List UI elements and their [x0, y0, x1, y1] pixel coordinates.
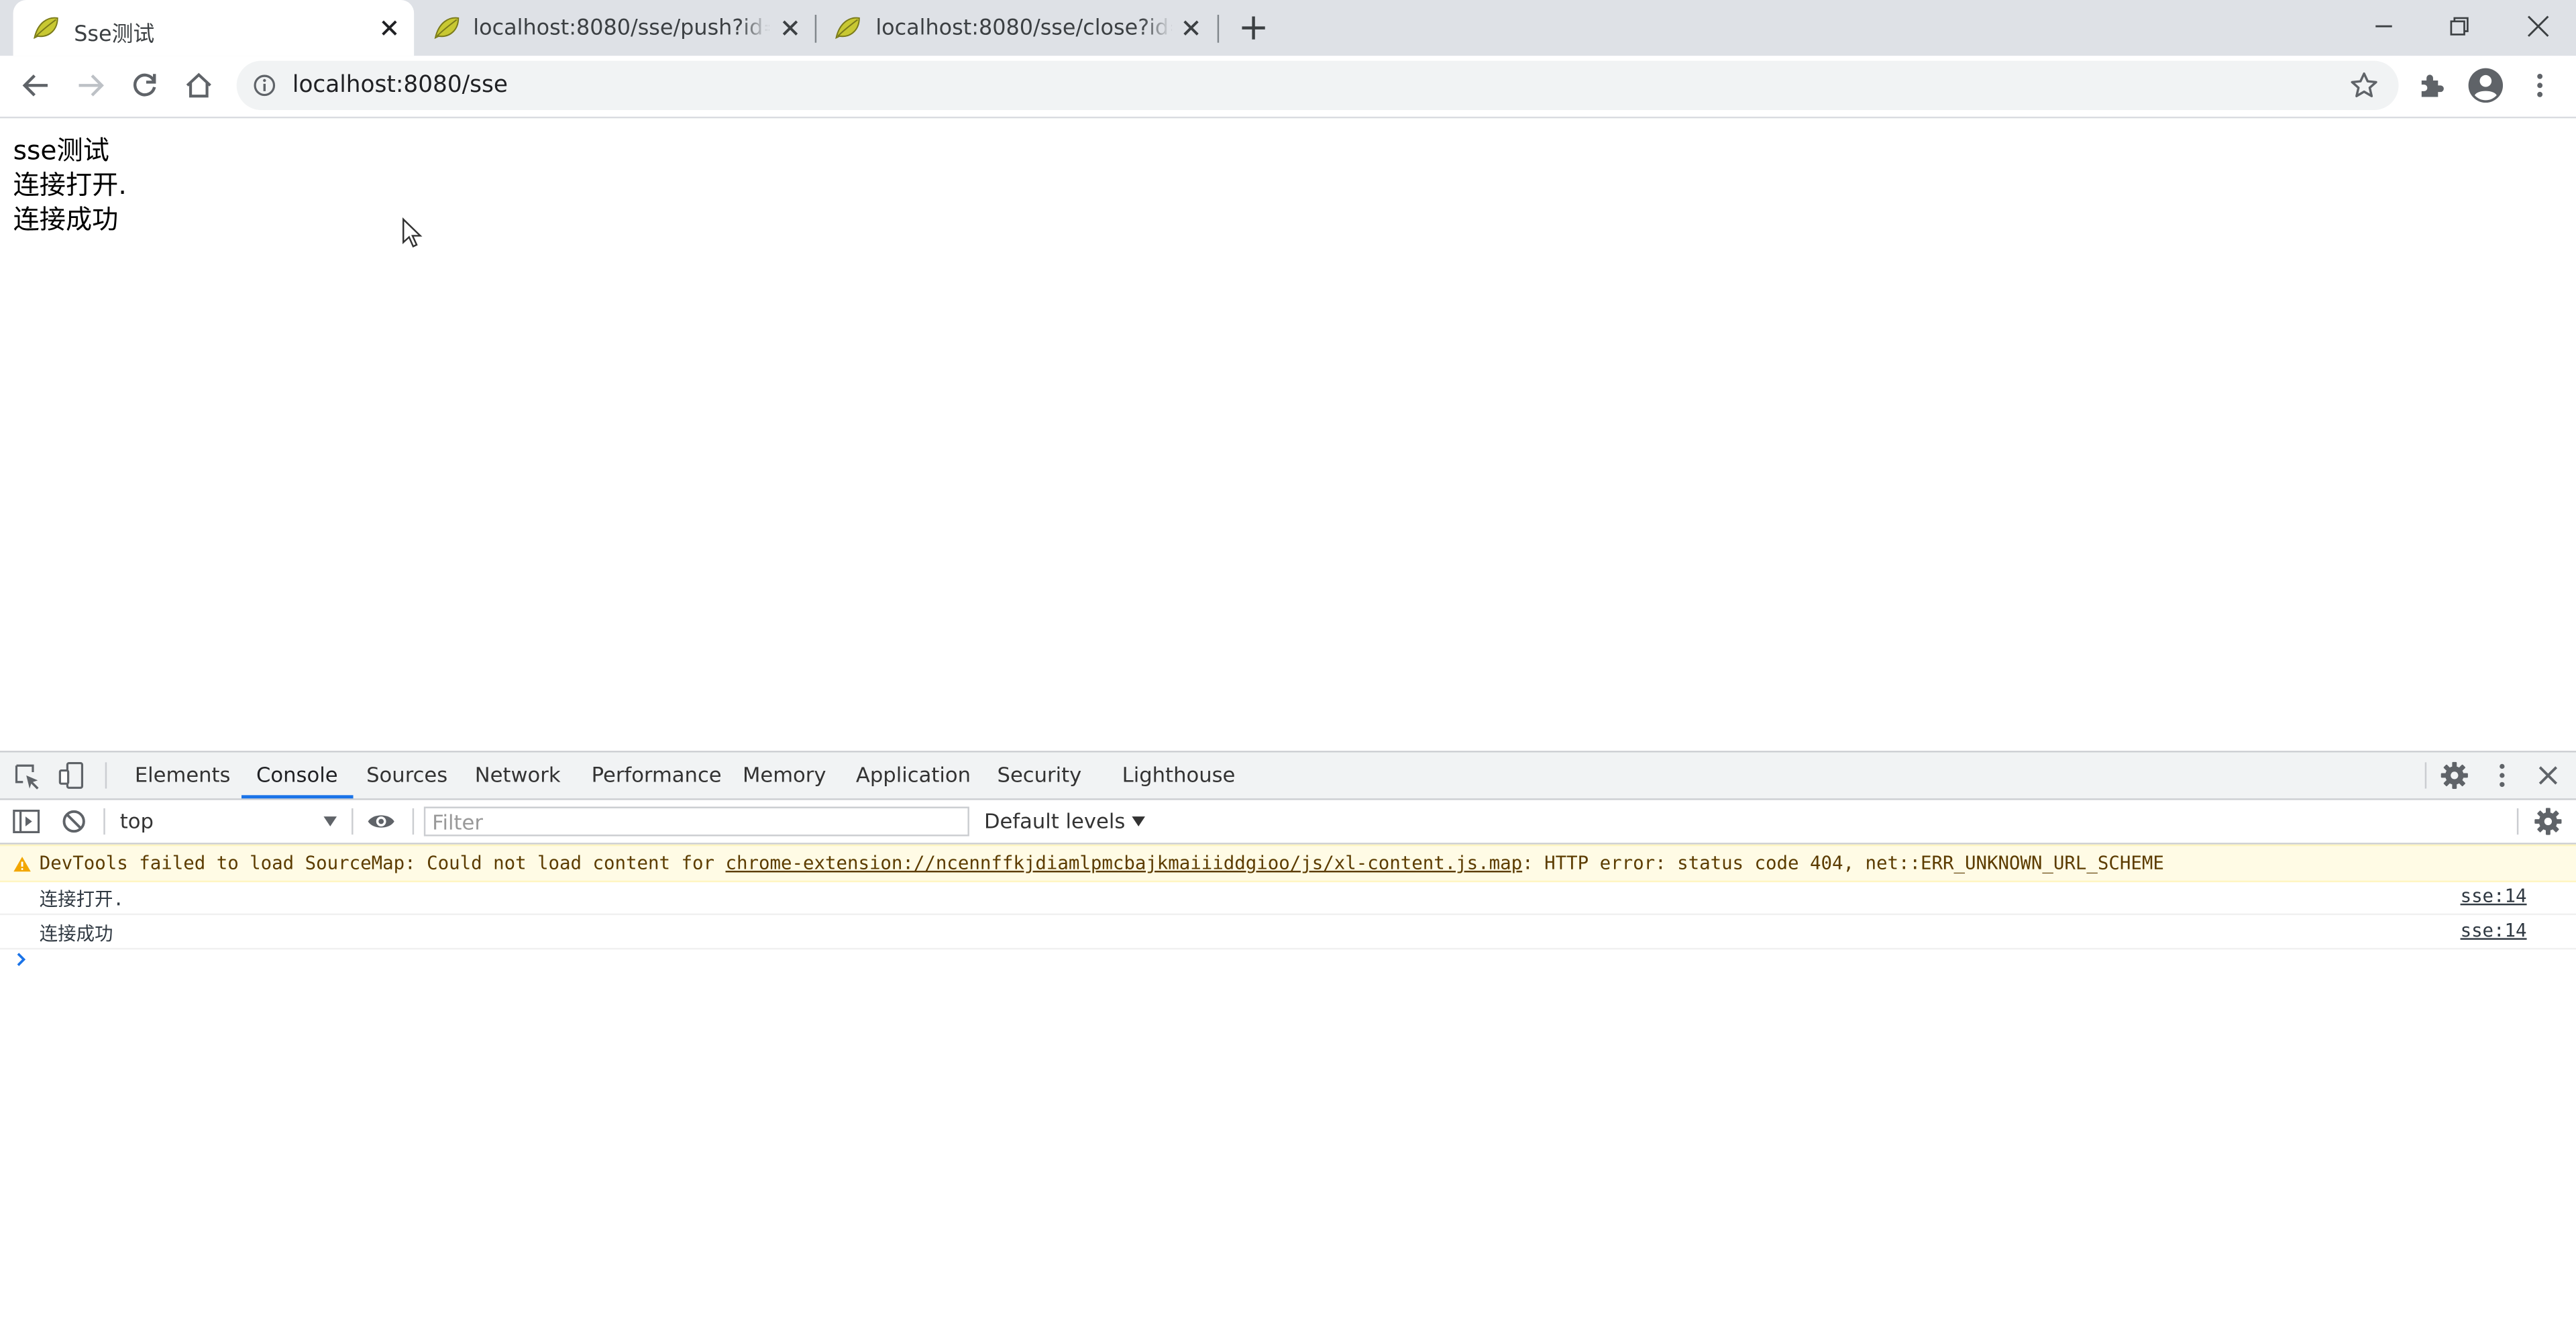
devtools-tab-console[interactable]: Console — [241, 753, 353, 799]
warning-suffix: : HTTP error: status code 404, net::ERR_… — [1522, 853, 2164, 874]
address-bar[interactable]: localhost:8080/sse — [236, 60, 2399, 111]
close-tab-icon[interactable] — [777, 15, 803, 41]
page-line-open: 连接打开. — [13, 169, 127, 201]
close-tab-icon[interactable] — [376, 15, 402, 41]
console-log-message: 连接成功 sse:14 — [0, 915, 2576, 950]
inspect-element-icon[interactable] — [13, 762, 43, 792]
context-value: top — [119, 808, 154, 833]
tab-sse-push[interactable]: localhost:8080/sse/push?id=sse — [414, 0, 815, 56]
device-toolbar-icon[interactable] — [58, 761, 87, 790]
devtools-tab-performance[interactable]: Performance — [592, 753, 722, 799]
console-settings-gear-icon[interactable] — [2533, 806, 2563, 836]
reload-icon[interactable] — [128, 69, 161, 102]
tab-title: localhost:8080/sse/push?id=sse — [473, 16, 769, 42]
tab-separator — [1217, 15, 1220, 43]
log-source-link[interactable]: sse:14 — [2461, 886, 2527, 907]
eye-icon[interactable] — [366, 806, 396, 836]
separator — [105, 762, 107, 789]
spring-leaf-icon — [434, 17, 460, 40]
sourcemap-link[interactable]: chrome-extension://ncennffkjdiamlpmcbajk… — [726, 853, 1523, 874]
url-text: localhost:8080/sse — [292, 72, 508, 99]
tab-title: Sse测试 — [74, 23, 155, 48]
forward-arrow-icon[interactable] — [74, 69, 107, 102]
console-log-message: 连接打开. sse:14 — [0, 881, 2576, 916]
dropdown-arrow-icon — [323, 816, 337, 826]
warning-text: DevTools failed to load SourceMap: Could… — [40, 853, 2164, 874]
title-fade — [739, 13, 769, 43]
filter-placeholder: Filter — [432, 810, 483, 835]
separator — [412, 808, 415, 835]
separator — [2424, 762, 2427, 789]
settings-gear-icon[interactable] — [2440, 761, 2469, 790]
dropdown-arrow-icon — [1132, 816, 1145, 826]
log-levels-dropdown[interactable]: Default levels — [984, 800, 1145, 843]
warning-prefix: DevTools failed to load SourceMap: Could… — [39, 853, 726, 874]
devtools-tab-lighthouse[interactable]: Lighthouse — [1122, 753, 1236, 799]
tab-sse-close[interactable]: localhost:8080/sse/close?id=sse — [816, 0, 1218, 56]
title-fade — [1142, 13, 1172, 43]
page-line-success: 连接成功 — [13, 203, 119, 235]
tab-sse-test[interactable]: Sse测试 — [13, 0, 415, 56]
log-text: 连接成功 — [39, 923, 113, 945]
console-filter-input[interactable]: Filter — [423, 806, 969, 837]
spring-leaf-icon — [835, 17, 860, 40]
more-menu-icon[interactable] — [2524, 69, 2557, 102]
extensions-puzzle-icon[interactable] — [2415, 69, 2448, 102]
bookmark-star-icon[interactable] — [2349, 70, 2379, 100]
new-tab-plus-icon[interactable] — [1239, 13, 1269, 43]
console-warning-message: DevTools failed to load SourceMap: Could… — [0, 844, 2576, 883]
tab-strip: Sse测试 localhost:8080/sse/push?id=sse loc… — [0, 0, 2576, 56]
close-window-icon[interactable] — [2522, 10, 2555, 43]
tab-title: localhost:8080/sse/close?id=sse — [875, 16, 1171, 42]
devtools-tab-application[interactable]: Application — [856, 753, 971, 799]
devtools-tab-memory[interactable]: Memory — [743, 753, 826, 799]
home-icon[interactable] — [182, 69, 215, 102]
console-toolbar: top Filter Default levels — [0, 800, 2576, 845]
close-devtools-icon[interactable] — [2533, 761, 2563, 790]
profile-avatar-icon[interactable] — [2467, 67, 2504, 103]
page-content: sse测试 连接打开. 连接成功 — [13, 133, 127, 236]
active-tab-underline — [241, 795, 353, 799]
page-heading: sse测试 — [13, 134, 109, 166]
devtools-panel: Elements Console Sources Network Perform… — [0, 751, 2576, 1339]
separator — [103, 808, 105, 835]
restore-icon[interactable] — [2443, 10, 2476, 43]
back-arrow-icon[interactable] — [19, 69, 52, 102]
minimize-icon[interactable] — [2367, 10, 2400, 43]
clear-console-icon[interactable] — [59, 806, 89, 836]
mouse-cursor-icon — [402, 217, 423, 248]
devtools-tab-sources[interactable]: Sources — [366, 753, 447, 799]
browser-toolbar: localhost:8080/sse — [0, 56, 2576, 119]
console-prompt-chevron-icon[interactable] — [15, 951, 28, 967]
devtools-tab-network[interactable]: Network — [475, 753, 561, 799]
levels-label: Default levels — [983, 808, 1126, 833]
close-tab-icon[interactable] — [1178, 15, 1204, 41]
devtools-tab-bar: Elements Console Sources Network Perform… — [0, 752, 2576, 800]
context-selector[interactable]: top — [120, 800, 340, 843]
log-text: 连接打开. — [39, 888, 124, 910]
separator — [352, 808, 354, 835]
show-sidebar-icon[interactable] — [11, 806, 41, 836]
separator — [2516, 808, 2519, 835]
devtools-tab-elements[interactable]: Elements — [135, 753, 231, 799]
warning-triangle-icon — [13, 857, 31, 872]
info-icon[interactable] — [253, 74, 276, 97]
tab-label: Console — [256, 762, 338, 788]
customize-menu-icon[interactable] — [2487, 761, 2517, 790]
spring-leaf-icon — [34, 17, 58, 40]
devtools-tab-security[interactable]: Security — [998, 753, 1082, 799]
log-source-link[interactable]: sse:14 — [2461, 920, 2527, 941]
